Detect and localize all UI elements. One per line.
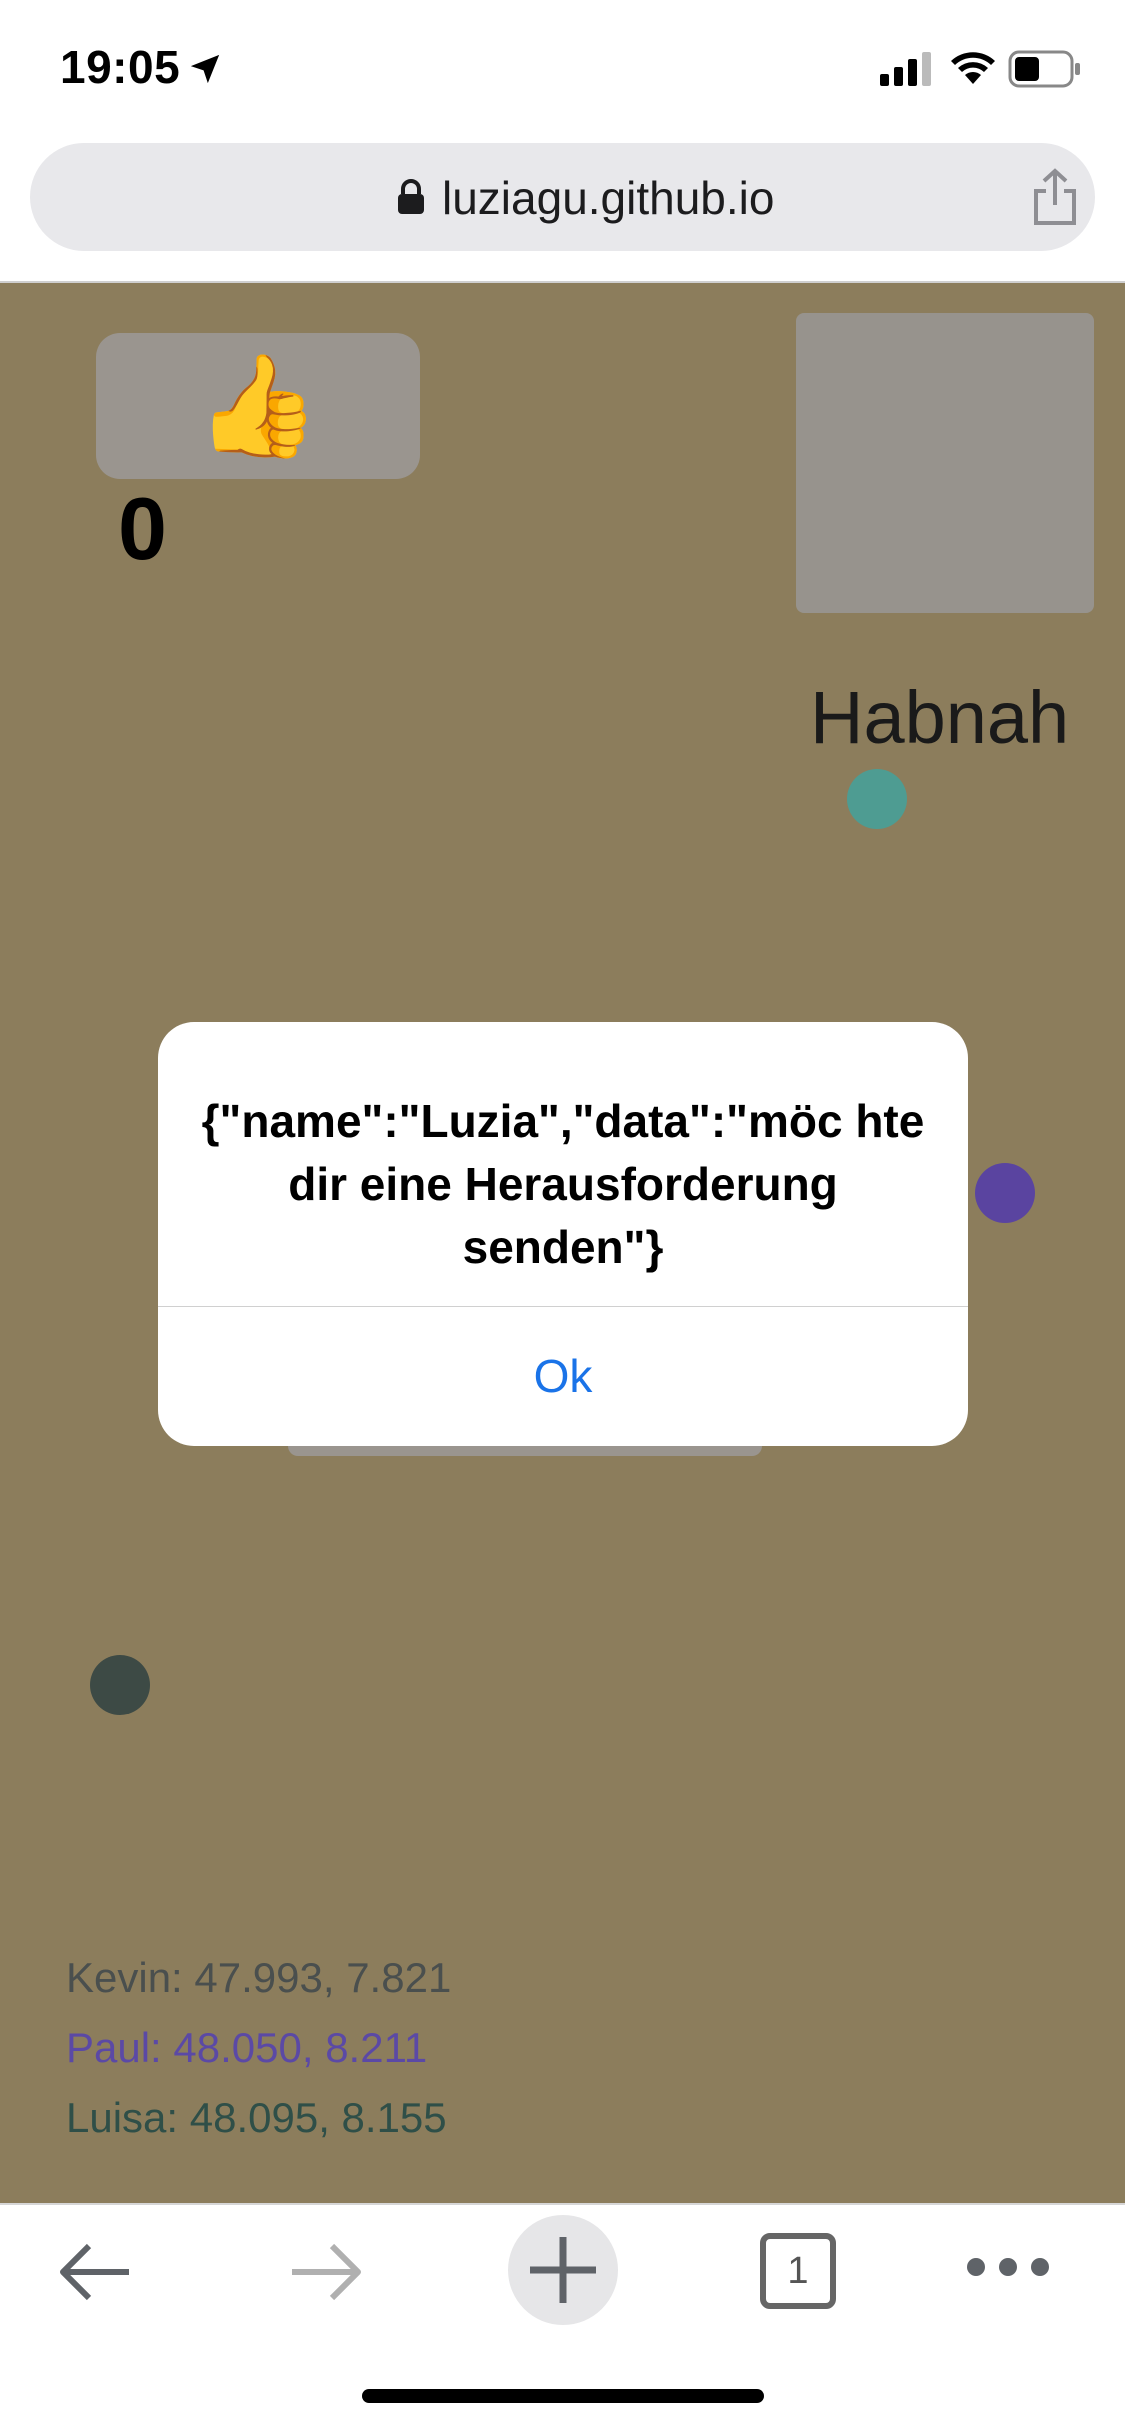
lock-icon [398,179,424,214]
alert-dialog: {"name":"Luzia","data":"möc hte dir eine… [158,1022,968,1446]
location-arrow-icon [190,54,220,84]
dialog-ok-button[interactable]: Ok [158,1307,968,1446]
player-name: Habnah [810,676,1070,759]
like-button[interactable]: 👍 [96,333,420,479]
dialog-message: {"name":"Luzia","data":"möc hte dir eine… [201,1095,925,1273]
coordinate-luisa: Luisa: 48.095, 8.155 [66,2094,447,2141]
cellular-signal-icon [880,52,931,86]
player-marker-dark[interactable] [90,1655,150,1715]
address-bar[interactable]: luziagu.github.io [30,143,1095,251]
thumbs-up-icon: 👍 [195,350,321,462]
url-text: luziagu.github.io [442,172,775,224]
battery-icon [1008,50,1080,88]
player-marker-teal[interactable] [847,769,907,829]
status-time: 19:05 [60,41,181,93]
new-tab-button[interactable] [508,2215,618,2325]
more-options-icon[interactable] [966,2255,1050,2279]
forward-arrow-icon[interactable] [286,2237,366,2307]
tab-switcher-button[interactable]: 1 [760,2233,836,2309]
like-count: 0 [118,479,167,578]
avatar-placeholder [796,313,1094,613]
coordinate-kevin: Kevin: 47.993, 7.821 [66,1954,452,2001]
home-indicator[interactable] [362,2389,764,2403]
coordinate-paul: Paul: 48.050, 8.211 [66,2024,428,2071]
share-icon[interactable] [1030,167,1080,227]
wifi-icon [951,52,995,84]
back-arrow-icon[interactable] [55,2237,135,2307]
status-bar: 19:05 [0,0,1125,140]
plus-icon [530,2237,596,2303]
coordinates-list: Kevin: 47.993, 7.821 Paul: 48.050, 8.211… [66,1943,451,2153]
player-marker-purple[interactable] [975,1163,1035,1223]
